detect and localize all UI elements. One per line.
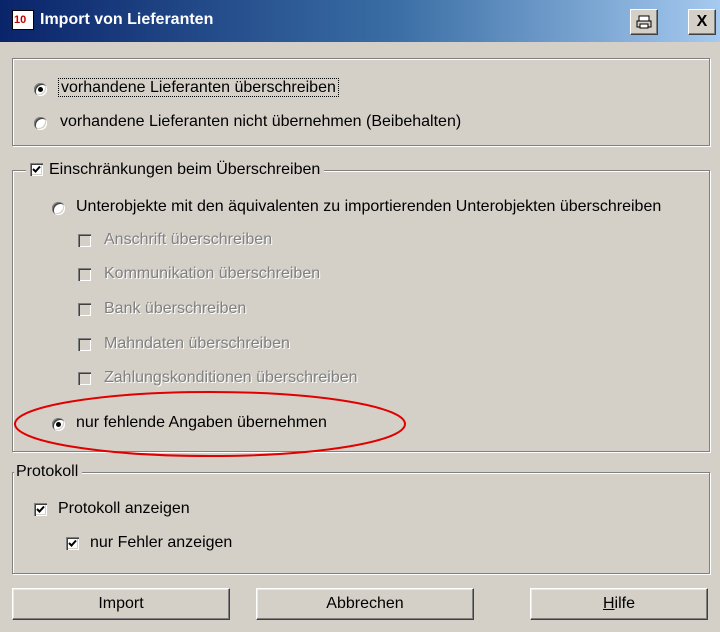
- restrictions-checkbox[interactable]: [30, 163, 43, 176]
- overwrite-group: [12, 58, 710, 146]
- check-payment-terms-label[interactable]: Zahlungskonditionen überschreiben: [104, 368, 358, 388]
- check-bank[interactable]: [78, 303, 91, 316]
- check-address-label[interactable]: Anschrift überschreiben: [104, 230, 272, 250]
- radio-overwrite-label[interactable]: vorhandene Lieferanten überschreiben: [58, 78, 339, 98]
- protocol-group: [12, 472, 710, 574]
- radio-keep-label[interactable]: vorhandene Lieferanten nicht übernehmen …: [60, 112, 461, 132]
- checkmark-icon: [36, 505, 45, 513]
- restrictions-legend[interactable]: Einschränkungen beim Überschreiben: [26, 160, 325, 180]
- check-address[interactable]: [78, 234, 91, 247]
- radio-subobjects[interactable]: [52, 202, 65, 215]
- print-icon: [636, 15, 652, 29]
- check-dunning[interactable]: [78, 338, 91, 351]
- check-bank-label[interactable]: Bank überschreiben: [104, 299, 246, 319]
- check-show-protocol[interactable]: [34, 503, 47, 516]
- check-show-protocol-label[interactable]: Protokoll anzeigen: [58, 499, 190, 519]
- check-communication-label[interactable]: Kommunikation überschreiben: [104, 264, 320, 284]
- annotation-ellipse: [14, 391, 406, 457]
- import-button-label: Import: [98, 595, 144, 612]
- title-bar[interactable]: 10 Import von Lieferanten X: [0, 0, 720, 42]
- check-errors-only[interactable]: [66, 537, 79, 550]
- cancel-button-label: Abbrechen: [326, 595, 404, 612]
- protocol-legend: Protokoll: [14, 462, 83, 482]
- restrictions-legend-label: Einschränkungen beim Überschreiben: [49, 161, 321, 178]
- checkmark-icon: [32, 165, 41, 173]
- close-icon: X: [696, 13, 708, 30]
- radio-overwrite[interactable]: [34, 83, 47, 96]
- check-payment-terms[interactable]: [78, 372, 91, 385]
- app-icon: 10: [12, 10, 34, 30]
- print-button[interactable]: [630, 9, 658, 35]
- check-errors-only-label[interactable]: nur Fehler anzeigen: [90, 533, 232, 553]
- app-icon-text: 10: [14, 14, 27, 26]
- help-button[interactable]: Hilfe: [530, 588, 708, 620]
- radio-subobjects-label[interactable]: Unterobjekte mit den äquivalenten zu imp…: [76, 197, 661, 217]
- window-title: Import von Lieferanten: [40, 11, 214, 28]
- checkmark-icon: [68, 539, 77, 547]
- check-communication[interactable]: [78, 268, 91, 281]
- import-button[interactable]: Import: [12, 588, 230, 620]
- radio-keep[interactable]: [34, 117, 47, 130]
- help-button-label: Hilfe: [602, 595, 635, 612]
- cancel-button[interactable]: Abbrechen: [256, 588, 474, 620]
- check-dunning-label[interactable]: Mahndaten überschreiben: [104, 334, 290, 354]
- close-button[interactable]: X: [688, 9, 716, 35]
